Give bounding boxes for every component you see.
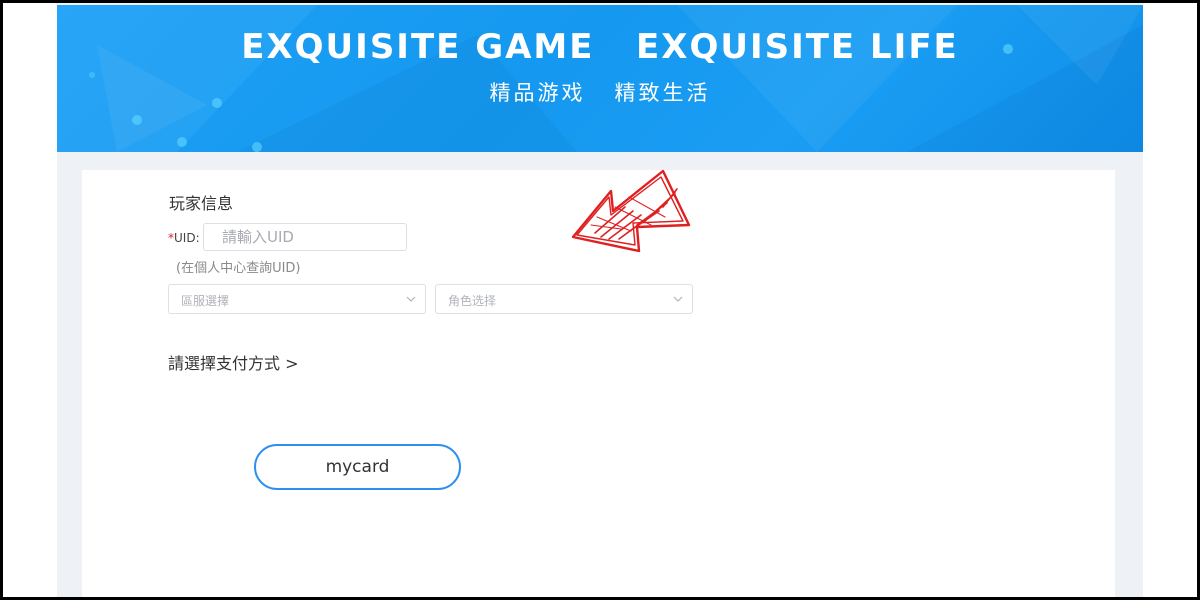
page-container: EXQUISITE GAME EXQUISITE LIFE 精品游戏 精致生活 … (57, 3, 1143, 597)
payment-method-title[interactable]: 請選擇支付方式 > (168, 350, 299, 374)
banner: EXQUISITE GAME EXQUISITE LIFE 精品游戏 精致生活 (57, 5, 1143, 152)
uid-hint: (在個人中心查詢UID) (176, 261, 301, 276)
chevron-down-icon (673, 296, 683, 302)
uid-label: *UID: (168, 231, 200, 245)
screenshot-frame: EXQUISITE GAME EXQUISITE LIFE 精品游戏 精致生活 … (0, 0, 1200, 600)
banner-title: EXQUISITE GAME EXQUISITE LIFE (241, 27, 959, 67)
role-select[interactable]: 角色选择 (435, 284, 693, 314)
red-hand-drawn-arrow-icon (571, 169, 691, 253)
server-select[interactable]: 區服選擇 (168, 284, 426, 314)
uid-label-text: UID: (174, 231, 200, 245)
uid-input[interactable] (203, 223, 407, 251)
player-info-title: 玩家信息 (169, 194, 234, 213)
banner-subtitle: 精品游戏 精致生活 (489, 81, 711, 105)
chevron-down-icon (406, 296, 416, 302)
mycard-button[interactable]: mycard (254, 444, 461, 490)
role-select-placeholder: 角色选择 (448, 294, 497, 308)
server-select-placeholder: 區服選擇 (181, 294, 230, 308)
